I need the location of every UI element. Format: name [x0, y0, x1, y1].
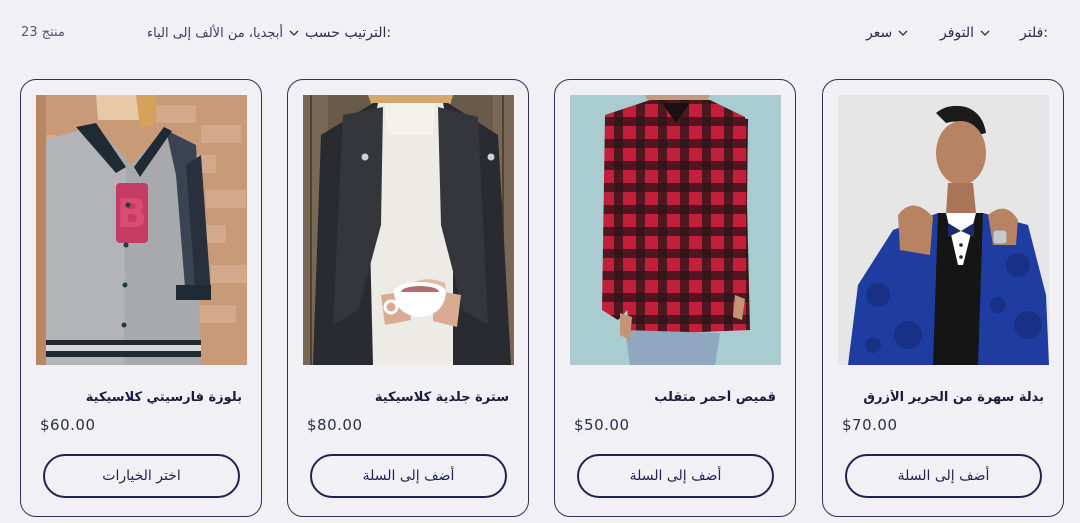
choose-options-button[interactable]: اختر الخيارات [43, 454, 240, 498]
svg-text:B: B [117, 191, 148, 237]
sort-label: الترتيب حسب: [305, 25, 392, 41]
collection-toolbar: 23 منتج أبجديا، من الألف إلى الياء الترت… [0, 0, 1080, 68]
product-price: $70.00 [842, 416, 898, 434]
product-image-blue-tuxedo[interactable] [838, 95, 1049, 365]
product-image-red-plaid-shirt[interactable] [570, 95, 781, 365]
price-filter-label: سعر [866, 25, 893, 41]
product-price: $50.00 [574, 416, 630, 434]
product-name[interactable]: سترة جلدية كلاسيكية [288, 390, 528, 405]
product-count: 23 منتج [21, 25, 65, 40]
add-to-cart-button[interactable]: أضف إلى السلة [845, 454, 1042, 498]
add-to-cart-button[interactable]: أضف إلى السلة [577, 454, 774, 498]
product-price: $80.00 [307, 416, 363, 434]
product-card[interactable]: قميص أحمر متقلب $50.00 أضف إلى السلة [554, 79, 796, 517]
price-filter[interactable]: سعر [866, 25, 908, 41]
product-name[interactable]: بدلة سهرة من الحرير الأزرق [823, 390, 1063, 405]
sort-value: أبجديا، من الألف إلى الياء [147, 25, 284, 41]
product-name[interactable]: قميص أحمر متقلب [555, 390, 795, 405]
product-card[interactable]: بدلة سهرة من الحرير الأزرق $70.00 أضف إل… [822, 79, 1064, 517]
sort-dropdown[interactable]: أبجديا، من الألف إلى الياء الترتيب حسب: [147, 25, 391, 41]
blue-tuxedo-photo [838, 95, 1049, 365]
leather-jacket-photo [303, 95, 514, 365]
filter-label: فلتر: [1020, 25, 1048, 41]
chevron-down-icon [980, 28, 990, 38]
product-card[interactable]: B بلوزة فارسيتي كلاسيكية $60.00 اختر الخ… [20, 79, 262, 517]
varsity-jacket-photo: B [36, 95, 247, 365]
product-price: $60.00 [40, 416, 96, 434]
red-plaid-shirt-photo [570, 95, 781, 365]
availability-filter[interactable]: التوفر [940, 25, 990, 41]
product-image-varsity-jacket[interactable]: B [36, 95, 247, 365]
availability-filter-label: التوفر [940, 25, 975, 41]
chevron-down-icon [898, 28, 908, 38]
product-image-leather-jacket[interactable] [303, 95, 514, 365]
add-to-cart-button[interactable]: أضف إلى السلة [310, 454, 507, 498]
product-name[interactable]: بلوزة فارسيتي كلاسيكية [21, 390, 261, 405]
product-card[interactable]: سترة جلدية كلاسيكية $80.00 أضف إلى السلة [287, 79, 529, 517]
chevron-down-icon [289, 28, 299, 38]
